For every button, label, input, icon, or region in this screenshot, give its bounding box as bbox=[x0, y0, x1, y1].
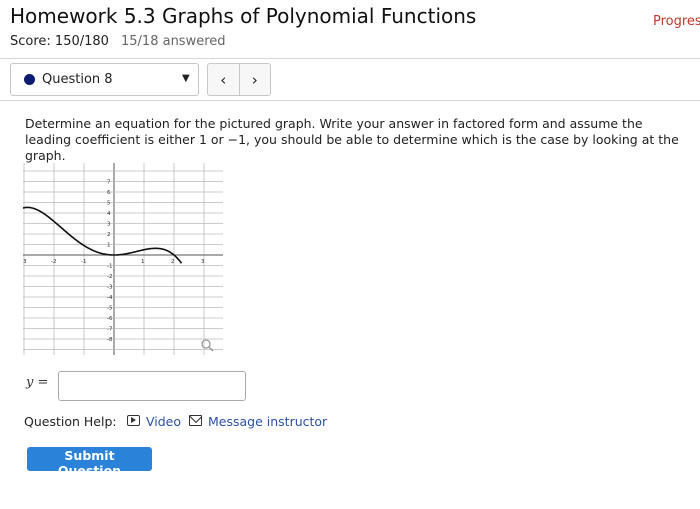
y-tick-label: 5 bbox=[107, 201, 111, 207]
y-tick-label: -4 bbox=[107, 295, 113, 301]
video-icon[interactable] bbox=[127, 415, 140, 426]
prev-question-button[interactable]: ‹ bbox=[208, 64, 239, 95]
question-prompt: Determine an equation for the pictured g… bbox=[25, 116, 679, 163]
y-tick-label: 1 bbox=[107, 243, 111, 249]
answered-count: 15/18 answered bbox=[121, 34, 226, 49]
y-tick-label: -2 bbox=[107, 274, 112, 280]
answer-input[interactable] bbox=[58, 371, 246, 401]
y-tick-label: 7 bbox=[107, 180, 111, 186]
y-tick-label: -8 bbox=[107, 337, 113, 343]
x-tick-label: 3 bbox=[201, 259, 205, 265]
question-pager: ‹ › bbox=[207, 63, 271, 96]
x-tick-label: -3 bbox=[23, 259, 27, 265]
page-title: Homework 5.3 Graphs of Polynomial Functi… bbox=[10, 4, 477, 28]
header-divider bbox=[0, 58, 700, 59]
y-tick-label: 6 bbox=[107, 190, 111, 196]
video-link[interactable]: Video bbox=[146, 414, 181, 429]
question-select-label: Question 8 bbox=[42, 72, 113, 87]
mail-icon[interactable] bbox=[189, 415, 202, 426]
next-question-button[interactable]: › bbox=[238, 64, 271, 95]
y-tick-label: -5 bbox=[107, 306, 113, 312]
x-tick-label: -2 bbox=[51, 259, 56, 265]
y-tick-label: 2 bbox=[107, 232, 111, 238]
x-tick-label: 1 bbox=[141, 259, 145, 265]
y-tick-label: -3 bbox=[107, 285, 113, 291]
polynomial-graph[interactable]: -5-4-3-2-11237654321-1-2-3-4-5-6-7-8 bbox=[23, 163, 223, 355]
y-tick-label: 4 bbox=[107, 211, 111, 217]
submit-question-button[interactable]: Submit Question bbox=[27, 447, 152, 478]
answer-label: y = bbox=[26, 375, 49, 390]
question-select[interactable]: Question 8 ▼ bbox=[10, 63, 199, 96]
caret-down-icon: ▼ bbox=[182, 73, 190, 84]
y-tick-label: -7 bbox=[107, 327, 113, 333]
x-tick-label: -1 bbox=[81, 259, 86, 265]
y-tick-label: -6 bbox=[107, 316, 113, 322]
nav-divider bbox=[0, 100, 700, 101]
x-tick-label: 2 bbox=[171, 259, 175, 265]
score-text: Score: 150/180 bbox=[10, 34, 109, 49]
y-tick-label: -1 bbox=[107, 264, 112, 270]
message-instructor-link[interactable]: Message instructor bbox=[208, 414, 327, 429]
status-dot-icon bbox=[24, 74, 35, 85]
progress-link[interactable]: Progress bbox=[653, 14, 700, 29]
y-tick-label: 3 bbox=[107, 222, 111, 228]
polynomial-curve bbox=[23, 206, 183, 264]
question-help-label: Question Help: bbox=[24, 414, 117, 429]
